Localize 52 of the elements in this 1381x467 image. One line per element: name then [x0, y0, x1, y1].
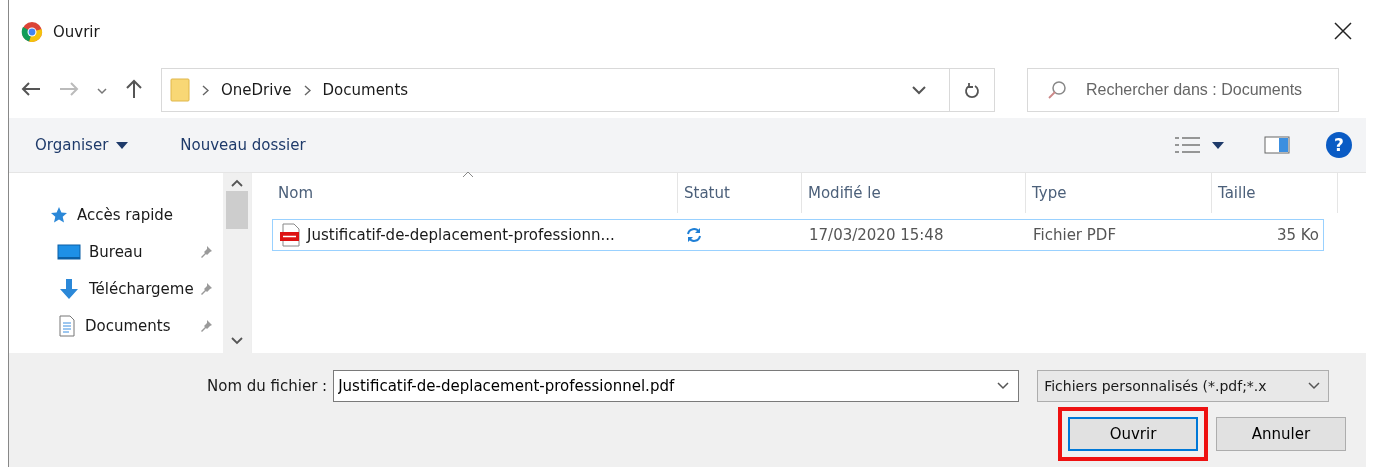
- scroll-down-icon[interactable]: [231, 337, 243, 345]
- document-icon: [57, 314, 77, 337]
- chevron-down-icon: [1308, 382, 1321, 390]
- organize-menu-button[interactable]: Organiser: [35, 136, 129, 154]
- new-folder-button[interactable]: Nouveau dossier: [180, 136, 306, 154]
- desktop-icon: [57, 241, 81, 262]
- scrollbar-thumb[interactable]: [226, 191, 248, 229]
- pin-icon[interactable]: [199, 318, 213, 333]
- scroll-up-icon[interactable]: [231, 179, 243, 187]
- modified-date: 17/03/2020 15:48: [808, 226, 945, 244]
- window-title: Ouvrir: [53, 23, 101, 41]
- help-button[interactable]: ?: [1326, 132, 1352, 158]
- chevron-down-icon[interactable]: [997, 382, 1010, 390]
- search-icon: [1047, 80, 1067, 100]
- pin-icon[interactable]: [199, 244, 213, 259]
- chevron-right-icon: [303, 84, 311, 96]
- open-button[interactable]: Ouvrir: [1068, 417, 1198, 451]
- column-header[interactable]: Taille: [1212, 173, 1338, 213]
- search-field[interactable]: Rechercher dans : Documents: [1027, 68, 1339, 112]
- view-options-icon[interactable]: [1174, 135, 1202, 155]
- folder-icon: [170, 78, 190, 102]
- file-row[interactable]: Justificatif-de-deplacement-professionn... 17/03/2020 15:48 Fichier PDF 35 Ko: [272, 219, 1324, 251]
- file-type-dropdown[interactable]: Fichiers personnalisés (*.pdf;*.x: [1037, 370, 1330, 402]
- sidebar-item[interactable]: Bureau: [9, 238, 223, 265]
- scrollbar-track[interactable]: [223, 173, 251, 353]
- preview-pane-icon[interactable]: [1264, 135, 1290, 155]
- chevron-right-icon: [202, 84, 209, 96]
- column-header[interactable]: Statut: [678, 173, 802, 213]
- sync-icon: [685, 227, 703, 243]
- breadcrumb[interactable]: Documents: [322, 81, 409, 99]
- pin-icon[interactable]: [199, 281, 213, 296]
- column-header[interactable]: Modifié le: [802, 173, 1026, 213]
- dropdown-arrow-icon: [116, 141, 129, 149]
- sidebar-item[interactable]: Accès rapide: [9, 201, 223, 228]
- cancel-button[interactable]: Annuler: [1216, 417, 1346, 451]
- address-field[interactable]: OneDrive Documents: [161, 68, 995, 112]
- file-name-field[interactable]: Justificatif-de-deplacement-professionnel.pdf: [333, 370, 1020, 402]
- dropdown-arrow-icon[interactable]: [1212, 141, 1224, 149]
- sidebar-item[interactable]: Documents: [9, 312, 223, 339]
- down-arrow-icon: [57, 276, 81, 301]
- pdf-file-icon: [279, 223, 301, 247]
- file-size: 35 Ko: [1275, 226, 1320, 244]
- file-name-label: Nom du fichier :: [207, 377, 328, 395]
- browser-logo-icon: [21, 21, 43, 43]
- refresh-icon[interactable]: [964, 81, 980, 99]
- column-header[interactable]: Nom: [272, 173, 678, 213]
- column-header[interactable]: Type: [1026, 173, 1212, 213]
- breadcrumb[interactable]: OneDrive: [221, 81, 292, 99]
- chevron-down-icon[interactable]: [912, 85, 926, 95]
- sidebar-item[interactable]: Téléchargeme: [9, 275, 223, 302]
- file-name: Justificatif-de-deplacement-professionn...: [307, 226, 615, 244]
- file-type: Fichier PDF: [1032, 226, 1117, 244]
